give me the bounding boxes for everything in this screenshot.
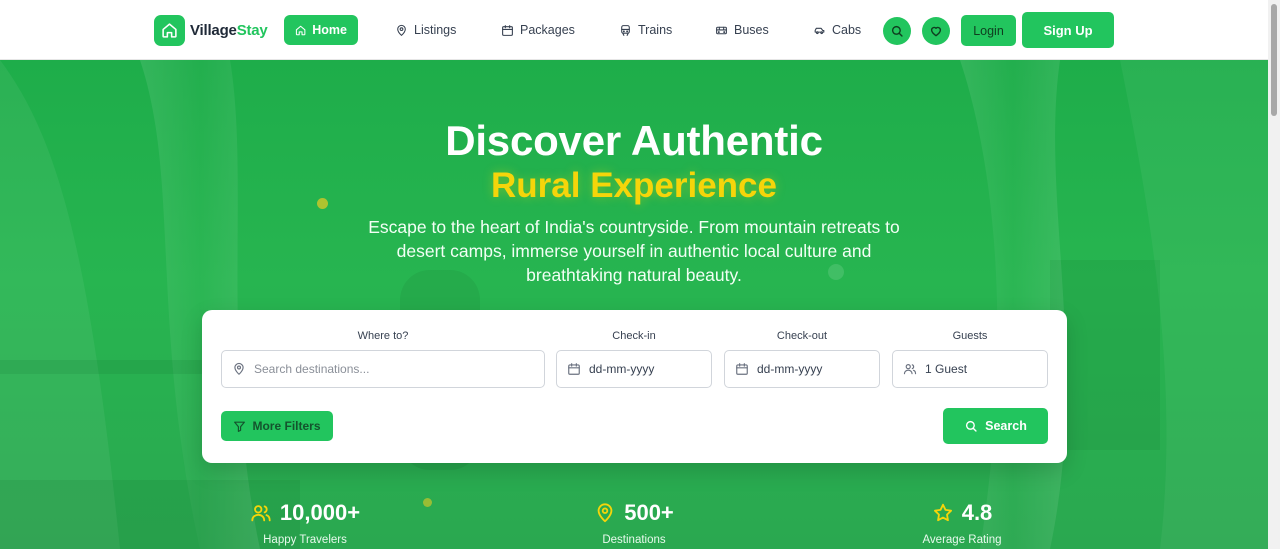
login-button[interactable]: Login (961, 15, 1016, 46)
destination-placeholder: Search destinations... (254, 362, 370, 376)
guests-select[interactable]: 1 Guest (892, 350, 1048, 388)
nav-buses-label: Buses (734, 23, 769, 37)
more-filters-label: More Filters (252, 419, 321, 433)
nav-trains[interactable]: Trains (608, 15, 683, 45)
checkin-label: Check-in (612, 330, 656, 342)
car-icon (814, 27, 825, 34)
destination-label: Where to? (357, 330, 409, 342)
home-icon (295, 25, 306, 35)
map-pin-icon (234, 362, 244, 375)
filter-icon (234, 421, 246, 432)
nav-packages-label: Packages (520, 23, 575, 37)
nav-home-label: Home (312, 23, 347, 37)
nav-home[interactable]: Home (284, 15, 358, 45)
map-pin-icon (597, 503, 613, 523)
guests-label: Guests (952, 330, 988, 342)
guests-value: 1 Guest (925, 362, 968, 376)
scrollbar-thumb[interactable] (1271, 4, 1277, 116)
stat-label: Happy Travelers (263, 534, 347, 546)
bus-icon (716, 26, 727, 34)
search-icon (891, 25, 903, 37)
search-card: Where to? Search destinations... Check-i… (202, 310, 1067, 463)
nav-listings-label: Listings (414, 23, 457, 37)
checkout-input[interactable]: dd-mm-yyyy (724, 350, 880, 388)
search-button[interactable] (883, 17, 911, 45)
page-scrollbar[interactable] (1268, 0, 1280, 549)
brand-prefix: Village (190, 21, 237, 39)
stat-label: Destinations (602, 534, 666, 546)
brand[interactable]: VillageStay (154, 14, 268, 46)
nav-cabs-label: Cabs (832, 23, 862, 37)
checkin-input[interactable]: dd-mm-yyyy (556, 350, 712, 388)
calendar-icon (736, 363, 748, 375)
checkout-value: dd-mm-yyyy (757, 362, 823, 376)
signup-button[interactable]: Sign Up (1022, 12, 1114, 48)
stat-destinations: 500+ Destinations (534, 500, 734, 546)
brand-suffix: Stay (236, 21, 268, 39)
hero-section: Discover Authentic Rural Experience Esca… (0, 60, 1268, 549)
map-pin-icon (397, 24, 406, 36)
stat-happy-travelers: 10,000+ Happy Travelers (205, 500, 405, 546)
brand-name: VillageStay (190, 22, 268, 39)
stat-label: Average Rating (922, 534, 1002, 546)
users-icon (903, 364, 917, 375)
search-submit-button[interactable]: Search (943, 408, 1048, 444)
stat-value: 4.8 (961, 500, 993, 525)
star-icon (933, 503, 952, 522)
search-submit-label: Search (985, 419, 1027, 433)
calendar-icon (568, 363, 580, 375)
checkin-value: dd-mm-yyyy (589, 362, 655, 376)
nav-listings[interactable]: Listings (384, 15, 467, 45)
favorites-button[interactable] (922, 17, 950, 45)
calendar-icon (502, 24, 513, 36)
heart-icon (930, 26, 942, 37)
nav-cabs[interactable]: Cabs (802, 15, 872, 45)
destination-input[interactable]: Search destinations... (221, 350, 545, 388)
more-filters-button[interactable]: More Filters (221, 411, 333, 441)
nav-buses[interactable]: Buses (704, 15, 780, 45)
nav-trains-label: Trains (638, 23, 673, 37)
nav-packages[interactable]: Packages (490, 15, 586, 45)
stat-value: 500+ (624, 500, 674, 525)
hero-subtitle: Escape to the heart of India's countrysi… (368, 217, 900, 285)
home-icon (154, 14, 185, 46)
train-icon (621, 24, 630, 36)
stat-value: 10,000+ (279, 500, 361, 525)
users-icon (251, 505, 271, 522)
hero-title: Discover Authentic (445, 117, 823, 164)
decorative-dot (423, 498, 432, 507)
search-icon (966, 420, 977, 432)
stat-average-rating: 4.8 Average Rating (862, 500, 1062, 546)
hero-highlight: Rural Experience (491, 166, 777, 205)
top-navbar: VillageStay Home Listings Packages Train… (0, 0, 1268, 60)
checkout-label: Check-out (776, 330, 828, 342)
